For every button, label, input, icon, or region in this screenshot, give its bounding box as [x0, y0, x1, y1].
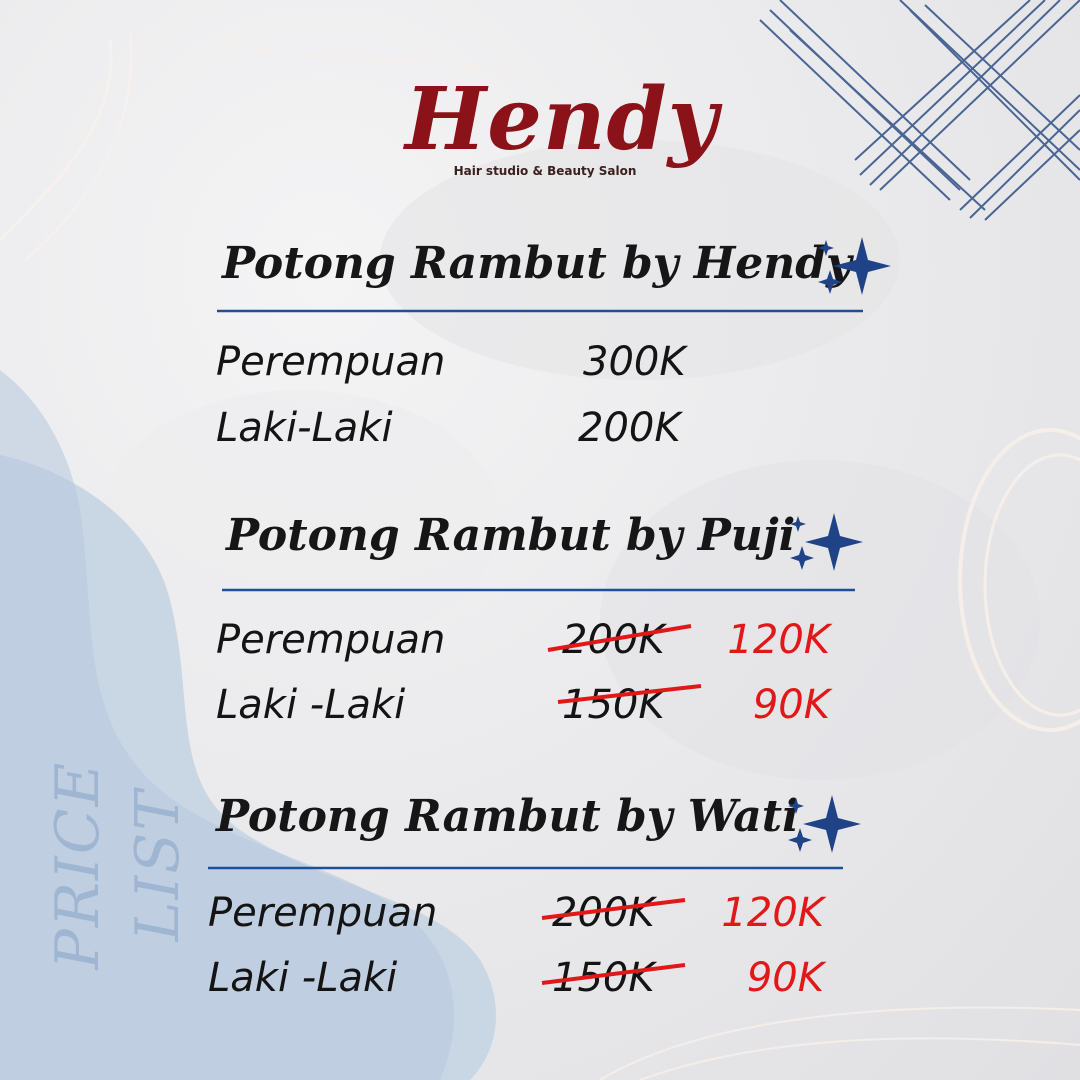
section-title-wati: Potong Rambut by Wati [216, 791, 799, 842]
sparkle-icon [790, 513, 863, 571]
sale-price: 120K [721, 890, 824, 936]
sparkle-icon [788, 795, 861, 853]
sale-price: 90K [752, 682, 830, 728]
row-label-perempuan: Perempuan [216, 339, 446, 385]
row-price: 300K [583, 339, 686, 385]
sparkle-icon [818, 237, 891, 295]
row-label-perempuan: Perempuan [208, 890, 438, 936]
strikethrough [557, 684, 702, 704]
brand-logo: Hendy [405, 69, 719, 170]
row-label-perempuan: Perempuan [216, 617, 446, 663]
row-label-laki-laki: Laki-Laki [216, 405, 393, 451]
section-title-hendy: Potong Rambut by Hendy [222, 238, 852, 289]
row-label-laki-laki: Laki -Laki [216, 682, 406, 728]
sale-price: 120K [727, 617, 830, 663]
row-label-laki-laki: Laki -Laki [208, 955, 398, 1001]
sale-price: 90K [746, 955, 824, 1001]
strikethrough [547, 624, 692, 652]
row-price: 200K [578, 405, 681, 451]
brand-tagline: Hair studio & Beauty Salon [453, 164, 637, 178]
strikethrough [541, 898, 686, 920]
side-label-price-list: PRICE LIST [43, 760, 193, 970]
section-title-puji: Potong Rambut by Puji [226, 510, 796, 561]
price-list-poster: Hendy Hair studio & Beauty Salon Potong … [0, 0, 1080, 1080]
strikethrough [541, 963, 686, 985]
